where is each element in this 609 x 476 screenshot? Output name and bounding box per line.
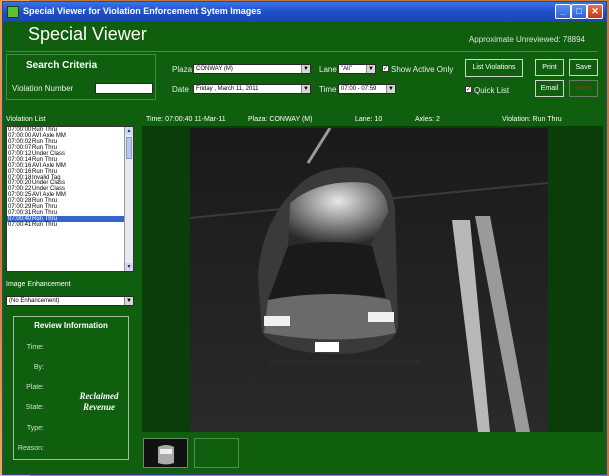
violation-image[interactable]: [190, 128, 548, 432]
chevron-down-icon[interactable]: ▼: [124, 297, 133, 305]
header-divider: [6, 51, 598, 52]
date-value: Friday , March 11, 2011: [196, 86, 259, 92]
email-button[interactable]: Email: [535, 80, 564, 97]
next-button[interactable]: Next: [569, 80, 598, 97]
image-enhancement-title: Image Enhancement: [6, 281, 71, 288]
plaza-label: Plaza: [172, 65, 193, 74]
review-by-label: By:: [33, 364, 44, 371]
search-criteria-title: Search Criteria: [26, 60, 98, 71]
time-select[interactable]: 07:00 - 07:59 ▼: [338, 84, 396, 94]
violation-list-title: Violation List: [6, 116, 46, 123]
chevron-down-icon[interactable]: ▼: [386, 85, 395, 93]
review-time-label: Time:: [26, 344, 44, 351]
time-label: Time: [319, 85, 337, 94]
reclaimed-watermark: Reclaimed: [79, 391, 119, 401]
thumbnail-photo: [144, 439, 187, 467]
date-label: Date: [172, 85, 189, 94]
thumbnail-2[interactable]: [194, 438, 239, 468]
window-title: Special Viewer for Violation Enforcement…: [23, 6, 262, 16]
review-information-title: Review Information: [34, 321, 108, 330]
close-icon[interactable]: ✕: [587, 4, 603, 19]
thumbnail-1[interactable]: [143, 438, 188, 468]
image-enhancement-select[interactable]: (No Enhancement) ▼: [6, 296, 134, 306]
revenue-watermark: Revenue: [83, 402, 115, 412]
violation-number-input[interactable]: [95, 83, 153, 94]
quick-list-label: Quick List: [474, 86, 510, 95]
print-button[interactable]: Print: [535, 59, 564, 76]
scroll-thumb[interactable]: [126, 137, 132, 159]
review-state-label: State:: [25, 404, 44, 411]
lane-label: Lane: [319, 65, 337, 74]
unreviewed-count: Approximate Unreviewed: 78894: [468, 35, 585, 44]
info-lane: Lane: 10: [355, 116, 383, 123]
list-violations-button[interactable]: List Violations: [465, 59, 523, 77]
enhancement-value: (No Enhancement): [9, 298, 60, 304]
lane-select[interactable]: "All" ▼: [338, 64, 376, 74]
show-active-label: Show Active Only: [391, 65, 454, 74]
app-icon: [7, 6, 19, 18]
show-active-checkbox[interactable]: ✓: [382, 65, 389, 72]
violation-number-label: Violation Number: [12, 84, 74, 93]
minimize-icon[interactable]: _: [555, 4, 571, 19]
scroll-up-icon[interactable]: ▲: [125, 127, 133, 135]
review-information-panel: Review Information Time: By: Plate: Stat…: [13, 316, 129, 460]
quick-list-checkbox[interactable]: ✓: [465, 86, 472, 93]
list-scrollbar[interactable]: ▲ ▼: [124, 127, 133, 271]
scroll-down-icon[interactable]: ▼: [125, 263, 133, 271]
review-reason-label: Reason:: [17, 445, 44, 452]
list-item-type: Run Thru: [32, 222, 57, 228]
info-violation: Violation: Run Thru: [502, 116, 562, 123]
car-photo: [190, 128, 548, 432]
date-picker[interactable]: Friday , March 11, 2011 ▼: [193, 84, 311, 94]
chevron-down-icon[interactable]: ▼: [301, 65, 310, 73]
maximize-icon[interactable]: □: [571, 4, 587, 19]
list-item[interactable]: 07:00:41Run Thru: [7, 222, 133, 228]
title-bar: Special Viewer for Violation Enforcement…: [3, 2, 606, 22]
info-plaza: Plaza: CONWAY (M): [248, 116, 313, 123]
review-type-label: Type:: [26, 425, 44, 432]
plaza-select[interactable]: CONWAY (M) ▼: [193, 64, 311, 74]
info-axles: Axles: 2: [415, 116, 440, 123]
time-value: 07:00 - 07:59: [341, 86, 377, 92]
chevron-down-icon[interactable]: ▼: [301, 85, 310, 93]
info-time: Time: 07:00:40 11-Mar-11: [146, 116, 226, 123]
save-button[interactable]: Save: [569, 59, 598, 76]
app-title: Special Viewer: [28, 24, 147, 44]
chevron-down-icon[interactable]: ▼: [366, 65, 375, 73]
lane-value: "All": [341, 66, 352, 72]
violation-list[interactable]: 07:00:00Run Thru 07:00:00AVI Axle MM 07:00…: [6, 126, 134, 272]
list-item-time: 07:00:41: [8, 222, 32, 228]
review-plate-label: Plate:: [26, 384, 44, 391]
plaza-value: CONWAY (M): [196, 66, 233, 72]
